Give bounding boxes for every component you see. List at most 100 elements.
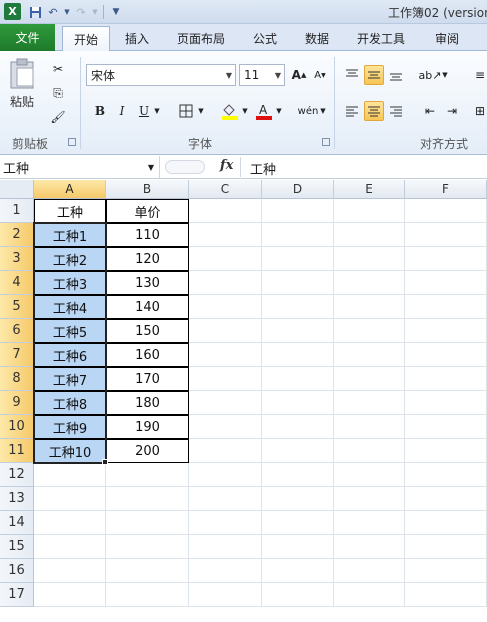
cell-a5[interactable]: 工种4 bbox=[34, 295, 106, 319]
increase-indent-icon[interactable]: ⇥ bbox=[442, 101, 462, 121]
cell-a6[interactable]: 工种5 bbox=[34, 319, 106, 343]
cell-a1[interactable]: 工种 bbox=[34, 199, 106, 223]
column-header-a[interactable]: A bbox=[34, 180, 106, 199]
cell-f16[interactable] bbox=[405, 559, 487, 583]
cell-a13[interactable] bbox=[34, 487, 106, 511]
cell-d1[interactable] bbox=[262, 199, 334, 223]
cell-b4[interactable]: 130 bbox=[106, 271, 189, 295]
cell-e6[interactable] bbox=[334, 319, 405, 343]
row-header-4[interactable]: 4 bbox=[0, 271, 34, 295]
bold-button[interactable]: B bbox=[90, 101, 110, 121]
align-middle-icon[interactable] bbox=[364, 65, 384, 85]
row-header-10[interactable]: 10 bbox=[0, 415, 34, 439]
cell-c2[interactable] bbox=[189, 223, 262, 247]
row-header-7[interactable]: 7 bbox=[0, 343, 34, 367]
cell-e10[interactable] bbox=[334, 415, 405, 439]
cell-e11[interactable] bbox=[334, 439, 405, 463]
cell-f10[interactable] bbox=[405, 415, 487, 439]
save-icon[interactable] bbox=[26, 3, 44, 21]
cell-e4[interactable] bbox=[334, 271, 405, 295]
cell-b15[interactable] bbox=[106, 535, 189, 559]
cell-b16[interactable] bbox=[106, 559, 189, 583]
cell-e8[interactable] bbox=[334, 367, 405, 391]
cell-d17[interactable] bbox=[262, 583, 334, 607]
row-header-2[interactable]: 2 bbox=[0, 223, 34, 247]
undo-dropdown-icon[interactable]: ▼ bbox=[62, 3, 72, 21]
decrease-font-icon[interactable]: A ▼ bbox=[310, 65, 330, 85]
column-header-b[interactable]: B bbox=[106, 180, 189, 199]
align-center-icon[interactable] bbox=[364, 101, 384, 121]
font-size-combo[interactable]: 11 ▼ bbox=[239, 64, 285, 86]
redo-icon[interactable]: ↷ bbox=[72, 3, 90, 21]
tab-developer[interactable]: 开发工具 bbox=[348, 26, 414, 51]
cell-a12[interactable] bbox=[34, 463, 106, 487]
cell-e13[interactable] bbox=[334, 487, 405, 511]
align-right-icon[interactable] bbox=[386, 101, 406, 121]
cut-icon[interactable]: ✂ bbox=[48, 59, 68, 79]
chevron-down-icon[interactable]: ▼ bbox=[318, 101, 328, 121]
row-header-1[interactable]: 1 bbox=[0, 199, 34, 223]
chevron-down-icon[interactable]: ▼ bbox=[440, 65, 450, 85]
customize-qat-icon[interactable]: ▼ bbox=[107, 3, 125, 21]
cell-b17[interactable] bbox=[106, 583, 189, 607]
row-header-3[interactable]: 3 bbox=[0, 247, 34, 271]
decrease-indent-icon[interactable]: ⇤ bbox=[420, 101, 440, 121]
cell-c3[interactable] bbox=[189, 247, 262, 271]
cell-c10[interactable] bbox=[189, 415, 262, 439]
cell-e12[interactable] bbox=[334, 463, 405, 487]
cell-c5[interactable] bbox=[189, 295, 262, 319]
cell-d3[interactable] bbox=[262, 247, 334, 271]
cell-c15[interactable] bbox=[189, 535, 262, 559]
cell-f1[interactable] bbox=[405, 199, 487, 223]
cell-b9[interactable]: 180 bbox=[106, 391, 189, 415]
row-header-14[interactable]: 14 bbox=[0, 511, 34, 535]
tab-home[interactable]: 开始 bbox=[62, 26, 110, 52]
cell-e15[interactable] bbox=[334, 535, 405, 559]
column-header-e[interactable]: E bbox=[334, 180, 405, 199]
borders-icon[interactable] bbox=[176, 101, 196, 121]
cell-f5[interactable] bbox=[405, 295, 487, 319]
cell-e17[interactable] bbox=[334, 583, 405, 607]
cell-d9[interactable] bbox=[262, 391, 334, 415]
cell-d6[interactable] bbox=[262, 319, 334, 343]
cell-a11[interactable]: 工种10 bbox=[34, 439, 106, 463]
cell-b3[interactable]: 120 bbox=[106, 247, 189, 271]
tab-page-layout[interactable]: 页面布局 bbox=[170, 26, 232, 51]
cell-c6[interactable] bbox=[189, 319, 262, 343]
cell-b1[interactable]: 单价 bbox=[106, 199, 189, 223]
cell-c17[interactable] bbox=[189, 583, 262, 607]
fill-handle[interactable] bbox=[102, 459, 108, 465]
chevron-down-icon[interactable]: ▼ bbox=[148, 163, 154, 172]
cell-c11[interactable] bbox=[189, 439, 262, 463]
tab-formulas[interactable]: 公式 bbox=[243, 26, 287, 51]
font-name-combo[interactable]: 宋体 ▼ bbox=[86, 64, 236, 86]
cell-c12[interactable] bbox=[189, 463, 262, 487]
underline-button[interactable]: U bbox=[134, 101, 154, 121]
cell-b14[interactable] bbox=[106, 511, 189, 535]
cell-d12[interactable] bbox=[262, 463, 334, 487]
cell-b7[interactable]: 160 bbox=[106, 343, 189, 367]
cell-d2[interactable] bbox=[262, 223, 334, 247]
cell-c14[interactable] bbox=[189, 511, 262, 535]
align-top-icon[interactable] bbox=[342, 65, 362, 85]
copy-icon[interactable]: ⎘ bbox=[48, 83, 68, 103]
chevron-down-icon[interactable]: ▼ bbox=[196, 101, 206, 121]
column-header-f[interactable]: F bbox=[405, 180, 487, 199]
cell-f7[interactable] bbox=[405, 343, 487, 367]
formula-bar-resize-handle[interactable] bbox=[165, 160, 205, 174]
cell-f12[interactable] bbox=[405, 463, 487, 487]
cell-d11[interactable] bbox=[262, 439, 334, 463]
font-color-icon[interactable]: A bbox=[254, 101, 274, 121]
cell-d16[interactable] bbox=[262, 559, 334, 583]
tab-data[interactable]: 数据 bbox=[295, 26, 339, 51]
cell-d4[interactable] bbox=[262, 271, 334, 295]
cell-b11[interactable]: 200 bbox=[106, 439, 189, 463]
format-painter-icon[interactable]: 🖌 bbox=[48, 107, 68, 127]
row-header-15[interactable]: 15 bbox=[0, 535, 34, 559]
cell-d14[interactable] bbox=[262, 511, 334, 535]
undo-icon[interactable]: ↶ bbox=[44, 3, 62, 21]
redo-dropdown-icon[interactable]: ▼ bbox=[90, 3, 100, 21]
cell-b2[interactable]: 110 bbox=[106, 223, 189, 247]
chevron-down-icon[interactable]: ▼ bbox=[274, 101, 284, 121]
cell-d15[interactable] bbox=[262, 535, 334, 559]
